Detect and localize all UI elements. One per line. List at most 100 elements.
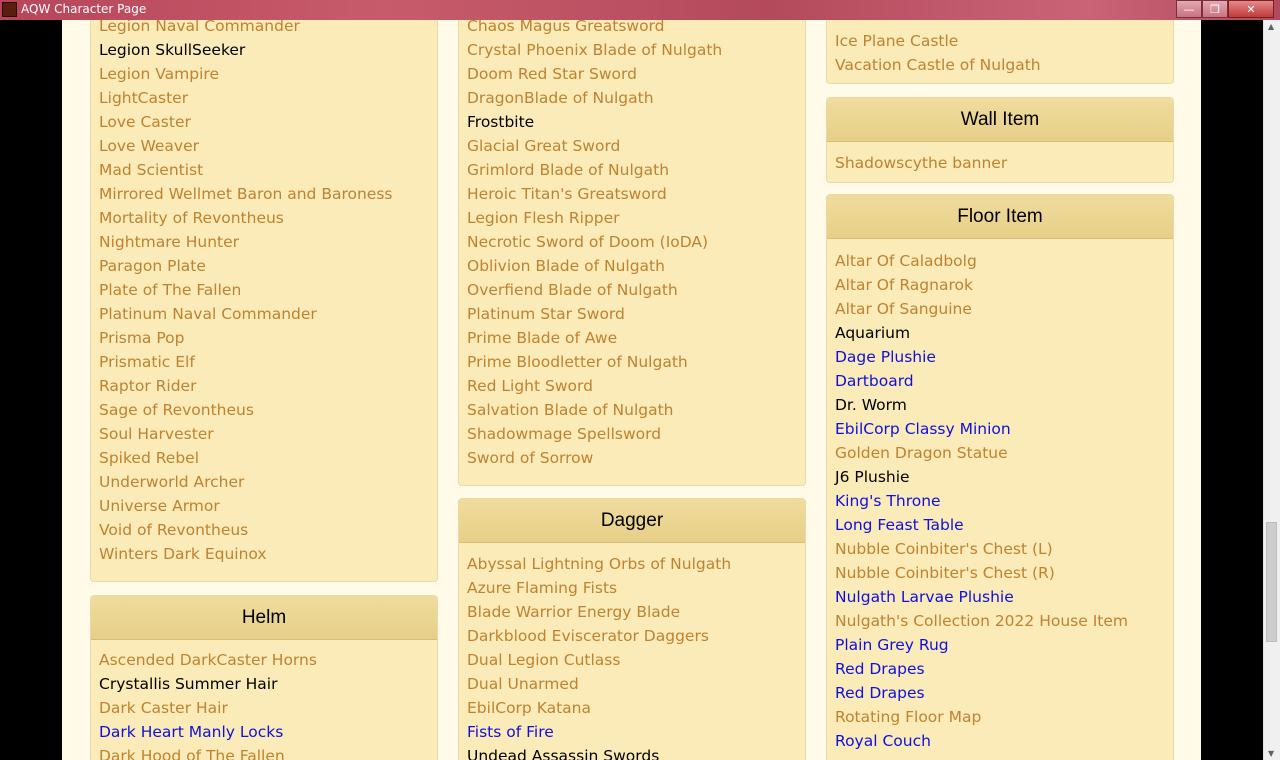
close-button[interactable]: ✕: [1228, 0, 1274, 18]
scrollbar-thumb[interactable]: [1266, 522, 1277, 642]
list-item-link[interactable]: Ascended DarkCaster Horns: [99, 648, 317, 672]
list-item-link[interactable]: Nubble Coinbiter's Chest (L): [835, 537, 1053, 561]
list-item-link[interactable]: Prime Bloodletter of Nulgath: [467, 350, 688, 374]
list-item-link[interactable]: Dartboard: [835, 369, 914, 393]
list-item-link: Dr. Worm: [835, 396, 907, 414]
list-item-link[interactable]: Fists of Fire: [467, 720, 554, 744]
list-item-link[interactable]: Nubble Coinbiter's Chest (R): [835, 561, 1055, 585]
list-item-link[interactable]: Overfiend Blade of Nulgath: [467, 278, 678, 302]
list-item-link[interactable]: Love Caster: [99, 110, 191, 134]
list-item-link[interactable]: Soul Harvester: [99, 422, 214, 446]
panel-helm: Helm Ascended DarkCaster Horns Crystallis…: [90, 595, 438, 760]
list-item-link[interactable]: Dark Hood of The Fallen: [99, 744, 285, 760]
list-item-link: Frostbite: [467, 113, 535, 131]
list-item-link[interactable]: Altar Of Ragnarok: [835, 273, 973, 297]
panel-heading-wall-item: Wall Item: [827, 98, 1173, 142]
list-item-link[interactable]: Dual Unarmed: [467, 672, 579, 696]
panel-armor-list: Legion Naval Commander Legion SkullSeeker…: [90, 20, 438, 582]
list-item-link[interactable]: Love Weaver: [99, 134, 199, 158]
list-item-link[interactable]: Glacial Great Sword: [467, 134, 620, 158]
list-item-link[interactable]: Paragon Plate: [99, 254, 206, 278]
panel-wall-item: Wall Item Shadowscythe banner: [826, 97, 1174, 183]
list-item-link: Legion SkullSeeker: [99, 41, 246, 59]
panel-dagger: Dagger Abyssal Lightning Orbs of Nulgath…: [458, 498, 806, 760]
list-item-link[interactable]: Altar Of Caladbolg: [835, 249, 977, 273]
list-item-link[interactable]: Legion Flesh Ripper: [467, 206, 620, 230]
list-item-link[interactable]: Golden Dragon Statue: [835, 441, 1008, 465]
list-item-link[interactable]: Spiked Rebel: [99, 446, 199, 470]
list-item-link[interactable]: Dark Caster Hair: [99, 696, 228, 720]
list-item-link[interactable]: Red Drapes: [835, 681, 925, 705]
list-item-link: Aquarium: [835, 324, 911, 342]
list-item-link[interactable]: Abyssal Lightning Orbs of Nulgath: [467, 552, 731, 576]
list-item-link[interactable]: Dage Plushie: [835, 345, 936, 369]
scroll-down-icon[interactable]: ▼: [1268, 749, 1274, 758]
list-item-link[interactable]: Oblivion Blade of Nulgath: [467, 254, 665, 278]
list-item-link[interactable]: Plain Grey Rug: [835, 633, 949, 657]
list-item-link[interactable]: Necrotic Sword of Doom (IoDA): [467, 230, 708, 254]
list-item-link[interactable]: Prismatic Elf: [99, 350, 195, 374]
list-item-link[interactable]: Vacation Castle of Nulgath: [835, 53, 1041, 77]
list-item-link[interactable]: Underworld Archer: [99, 470, 244, 494]
list-item-link[interactable]: Grimlord Blade of Nulgath: [467, 158, 669, 182]
list-item-link[interactable]: Prime Blade of Awe: [467, 326, 617, 350]
list-item-link[interactable]: Raptor Rider: [99, 374, 196, 398]
list-item-link[interactable]: Doom Red Star Sword: [467, 62, 637, 86]
vertical-scrollbar[interactable]: ▲ ▼: [1263, 20, 1280, 760]
list-item-link[interactable]: Crystal Phoenix Blade of Nulgath: [467, 38, 722, 62]
list-item-link[interactable]: Legion Vampire: [99, 62, 219, 86]
list-item-link[interactable]: Blade Warrior Energy Blade: [467, 600, 680, 624]
list-item-link[interactable]: Chaos Magus Greatsword: [467, 20, 665, 38]
minimize-button[interactable]: —: [1176, 0, 1202, 18]
list-item-link[interactable]: Platinum Star Sword: [467, 302, 625, 326]
list-item-link[interactable]: Sage of Revontheus: [99, 398, 254, 422]
list-item-link[interactable]: Nulgath Larvae Plushie: [835, 585, 1014, 609]
panel-heading-dagger: Dagger: [459, 499, 805, 543]
list-item-link[interactable]: Mirrored Wellmet Baron and Baroness: [99, 182, 392, 206]
list-item-link[interactable]: Winters Dark Equinox: [99, 542, 267, 566]
page-content: Legion Naval Commander Legion SkullSeeker…: [62, 20, 1201, 760]
list-item-link[interactable]: Prisma Pop: [99, 326, 184, 350]
list-item-link[interactable]: Nightmare Hunter: [99, 230, 239, 254]
list-item-link[interactable]: DragonBlade of Nulgath: [467, 86, 654, 110]
panel-heading-floor-item: Floor Item: [827, 195, 1173, 239]
list-item-link[interactable]: Ice Plane Castle: [835, 29, 958, 53]
app-icon: [2, 2, 17, 17]
list-item-link[interactable]: Mortality of Revontheus: [99, 206, 284, 230]
list-item-link[interactable]: Rotating Floor Map: [835, 705, 981, 729]
list-item-link[interactable]: Darkblood Eviscerator Daggers: [467, 624, 709, 648]
list-item-link[interactable]: Sword of Sorrow: [467, 446, 593, 470]
scroll-up-icon[interactable]: ▲: [1268, 22, 1274, 31]
list-item-link[interactable]: Long Feast Table: [835, 513, 964, 537]
list-item-link[interactable]: Legion Naval Commander: [99, 20, 300, 38]
list-item-link[interactable]: LightCaster: [99, 86, 188, 110]
list-item-link[interactable]: Salvation Blade of Nulgath: [467, 398, 674, 422]
list-item-link[interactable]: Red Light Sword: [467, 374, 593, 398]
list-item-link[interactable]: Azure Flaming Fists: [467, 576, 617, 600]
list-item-link[interactable]: Royal Couch: [835, 729, 931, 753]
list-item-link[interactable]: Dark Heart Manly Locks: [99, 720, 283, 744]
list-item-link[interactable]: Shadowmage Spellsword: [467, 422, 661, 446]
list-item-link[interactable]: Plate of The Fallen: [99, 278, 241, 302]
list-item-link[interactable]: Dual Legion Cutlass: [467, 648, 620, 672]
maximize-button[interactable]: ❐: [1202, 0, 1228, 18]
list-item-link[interactable]: Heroic Titan's Greatsword: [467, 182, 667, 206]
window-titlebar: AQW Character Page — ❐ ✕: [0, 0, 1280, 20]
panel-house-list: Ice Plane Castle Vacation Castle of Nulga…: [826, 20, 1174, 84]
list-item-link[interactable]: Altar Of Sanguine: [835, 297, 972, 321]
list-item-link[interactable]: Red Drapes: [835, 657, 925, 681]
list-item-link[interactable]: King's Throne: [835, 489, 941, 513]
list-item-link: J6 Plushie: [835, 468, 910, 486]
window-title: AQW Character Page: [21, 2, 147, 16]
list-item-link[interactable]: Nulgath's Collection 2022 House Item: [835, 609, 1128, 633]
list-item-link[interactable]: Platinum Naval Commander: [99, 302, 317, 326]
list-item-link: Undead Assassin Swords: [467, 747, 660, 760]
list-item-link[interactable]: Shadowscythe banner: [835, 151, 1007, 175]
list-item-link[interactable]: Mad Scientist: [99, 158, 203, 182]
list-item-link[interactable]: EbilCorp Katana: [467, 696, 591, 720]
list-item-link[interactable]: Void of Revontheus: [99, 518, 248, 542]
panel-sword-list: Chaos Magus Greatsword Crystal Phoenix Bl…: [458, 20, 806, 486]
list-item-link[interactable]: Universe Armor: [99, 494, 220, 518]
panel-heading-helm: Helm: [91, 596, 437, 640]
list-item-link[interactable]: EbilCorp Classy Minion: [835, 417, 1011, 441]
